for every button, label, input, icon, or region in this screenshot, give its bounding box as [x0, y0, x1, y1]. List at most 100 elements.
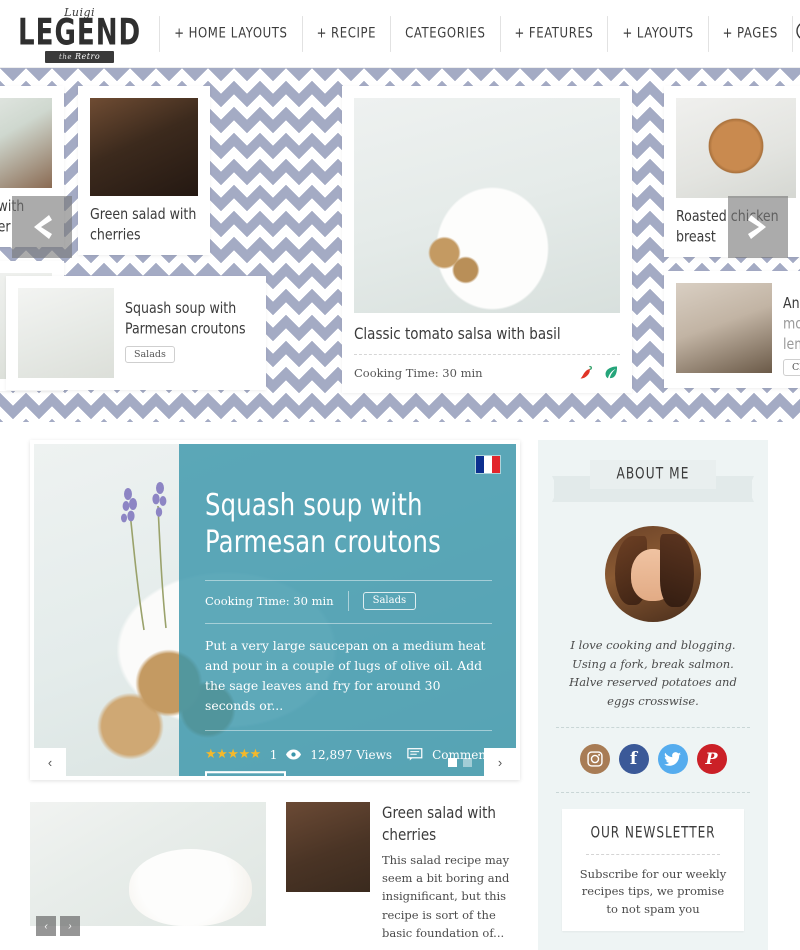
logo-ribbon: the Retro — [45, 50, 115, 63]
leaf-icon — [605, 366, 618, 379]
twitter-glyph — [664, 751, 681, 766]
logo-ribbon-the: the — [59, 52, 73, 61]
nav-label: RECIPE — [330, 24, 377, 42]
carousel-card-antipasti[interactable]: Antipasti of mozzarel chilli, & lemon cr… — [664, 270, 800, 389]
hero-title[interactable]: Squash soup with Parmesan croutons — [205, 488, 492, 562]
post-card-featured[interactable]: ‹ › — [30, 802, 266, 942]
carousel-track: eggies with ed butter Green salad with c… — [0, 86, 800, 393]
card-thumbnail — [676, 282, 772, 373]
search-button[interactable] — [793, 19, 800, 49]
plus-icon: + — [722, 24, 734, 42]
main-content-column: Squash soup with Parmesan croutons Cooki… — [30, 440, 520, 950]
card-tags: Chicken Soups — [783, 359, 800, 377]
nav-label: HOME LAYOUTS — [188, 24, 288, 42]
post-gallery-nav: ‹ › — [36, 916, 80, 937]
post-next-button[interactable]: › — [60, 916, 80, 937]
about-me-ribbon: ABOUT ME — [554, 458, 752, 510]
post-thumbnail — [286, 802, 370, 892]
carousel-next-button[interactable] — [728, 196, 788, 258]
read-more-button[interactable]: Read More — [205, 771, 286, 776]
post-thumbnail — [30, 802, 266, 926]
hero-dot-1[interactable] — [448, 758, 457, 767]
site-logo[interactable]: Luigi LEGEND the Retro — [18, 7, 142, 63]
plus-icon: + — [174, 24, 185, 42]
facebook-glyph: f — [629, 748, 638, 769]
divider — [556, 791, 750, 793]
divider — [586, 853, 720, 855]
carousel-card-salsa[interactable]: Classic tomato salsa with basil Cooking … — [342, 86, 632, 393]
flag-blue-stripe — [476, 456, 484, 473]
post-card-green-salad[interactable]: Green salad with cherries This salad rec… — [286, 802, 520, 942]
diet-icons — [578, 364, 620, 381]
flag-red-stripe — [492, 456, 500, 473]
hero-next-button[interactable]: › — [484, 748, 516, 776]
tag-salads[interactable]: Salads — [125, 345, 175, 363]
card-title: Green salad with cherries — [90, 206, 197, 244]
hero-tag-salads[interactable]: Salads — [362, 591, 417, 610]
nav-item-recipe[interactable]: + RECIPE — [303, 15, 392, 52]
hero-dot-2[interactable] — [463, 758, 472, 767]
card-body: Squash soup with Parmesan croutons Salad… — [125, 288, 254, 378]
sidebar: ABOUT ME I love cooking and blogging. Us… — [538, 440, 768, 950]
card-body: Antipasti of mozzarel chilli, & lemon cr… — [783, 283, 800, 377]
nav-item-categories[interactable]: CATEGORIES — [391, 15, 501, 52]
instagram-glyph — [586, 750, 603, 767]
search-icon — [796, 22, 800, 39]
post-excerpt: This salad recipe may seem a bit boring … — [382, 852, 510, 941]
page-body: Squash soup with Parmesan croutons Cooki… — [0, 422, 800, 950]
recent-posts-row: ‹ › Green salad with cherries This salad… — [30, 802, 520, 942]
nav-item-features[interactable]: + FEATURES — [501, 15, 609, 52]
carousel-prev-button[interactable] — [12, 196, 72, 258]
post-prev-button[interactable]: ‹ — [36, 916, 56, 937]
hero-excerpt: Put a very large saucepan on a medium he… — [205, 637, 486, 714]
hero-pagination-dots — [448, 758, 472, 767]
hero-meta-row: Cooking Time: 30 min Salads — [205, 590, 492, 611]
rating-count: 1 — [269, 747, 278, 762]
card-title-dark: Antipasti of — [783, 294, 800, 313]
about-me-widget: ABOUT ME I love cooking and blogging. Us… — [538, 440, 768, 950]
social-links: f P — [554, 743, 752, 774]
pinterest-icon[interactable]: P — [696, 743, 727, 774]
recipe-carousel: eggies with ed butter Green salad with c… — [0, 68, 800, 422]
card-meta: Cooking Time: 30 min — [354, 364, 620, 381]
hero-prev-button[interactable]: ‹ — [34, 748, 66, 776]
card-thumbnail — [676, 98, 796, 198]
ribbon-plate: ABOUT ME — [590, 460, 716, 489]
view-count: 12,897 Views — [310, 747, 393, 762]
about-me-title: ABOUT ME — [616, 464, 690, 484]
nav-label: PAGES — [737, 24, 778, 42]
divider — [205, 730, 492, 732]
facebook-icon[interactable]: f — [618, 743, 649, 774]
card-tags: Salads — [125, 345, 254, 363]
carousel-card-squash[interactable]: Squash soup with Parmesan croutons Salad… — [6, 276, 266, 390]
twitter-icon[interactable] — [657, 743, 688, 774]
instagram-icon[interactable] — [579, 743, 610, 774]
author-bio: I love cooking and blogging. Using a for… — [569, 638, 737, 708]
divider — [354, 354, 620, 355]
newsletter-widget: OUR NEWSLETTER Subscribe for our weekly … — [562, 808, 744, 931]
vertical-divider — [347, 590, 349, 611]
hero-cooking-time: Cooking Time: 30 min — [205, 593, 334, 608]
nav-item-home-layouts[interactable]: + HOME LAYOUTS — [159, 15, 303, 52]
nav-item-pages[interactable]: + PAGES — [709, 15, 793, 52]
france-flag-icon — [476, 456, 500, 473]
logo-main-text: LEGEND — [18, 10, 142, 53]
tag-chicken[interactable]: Chicken — [783, 359, 800, 377]
post-title[interactable]: Green salad with cherries — [382, 802, 520, 846]
nav-item-layouts[interactable]: + LAYOUTS — [608, 15, 709, 52]
rating-stars[interactable]: ★★★★★ — [205, 747, 261, 762]
cooking-time: Cooking Time: 30 min — [354, 365, 483, 380]
plus-icon: + — [316, 24, 327, 42]
logo-ribbon-word: Retro — [75, 51, 101, 61]
carousel-column-squash: Squash soup with Parmesan croutons Salad… — [6, 276, 266, 390]
card-title: Squash soup with Parmesan croutons — [125, 300, 246, 338]
site-header: Luigi LEGEND the Retro + HOME LAYOUTS + REC… — [0, 0, 800, 68]
plus-icon: + — [514, 24, 525, 42]
hero-text-overlay: Squash soup with Parmesan croutons Cooki… — [179, 444, 516, 776]
flag-white-stripe — [484, 456, 492, 473]
divider — [556, 726, 750, 728]
card-title-line2: ed butter — [0, 218, 11, 236]
chevron-left-icon — [34, 215, 52, 239]
card-title: Classic tomato salsa with basil — [354, 324, 561, 344]
carousel-card-green-salad[interactable]: Green salad with cherries — [78, 86, 210, 255]
